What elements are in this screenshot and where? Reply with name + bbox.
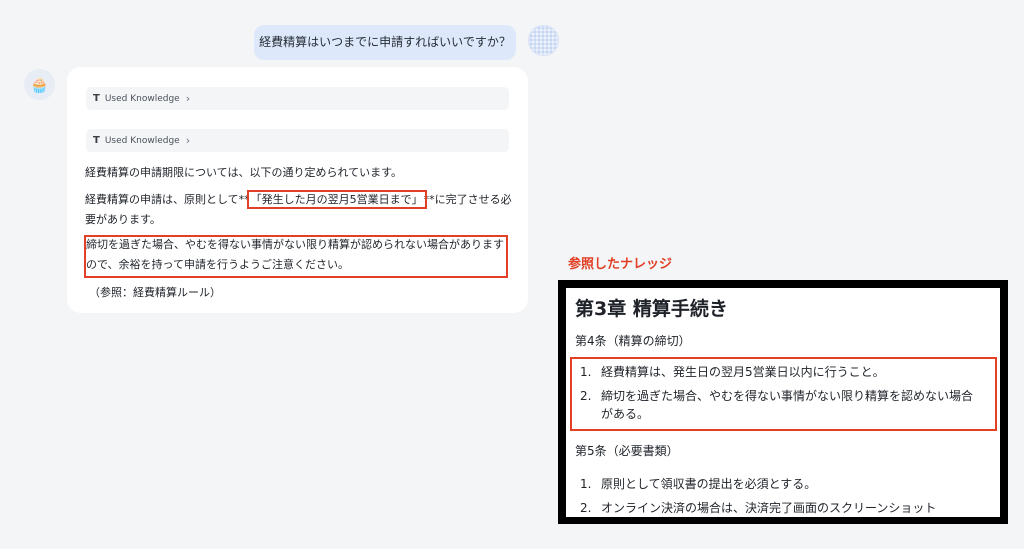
list-number: 1. [580,365,592,379]
chevron-right-icon: › [185,92,191,105]
list-number: 1. [580,477,592,491]
bot-avatar: 🧁 [24,69,55,100]
deadline-highlight: 「発生した月の翌月5営業日まで」 [246,190,427,209]
list-text: 経費精算は、発生日の翌月5営業日以内に行うこと。 [601,365,885,379]
list-text: 原則として領収書の提出を必須とする。 [601,477,817,491]
used-knowledge-label: Used Knowledge [104,93,180,104]
list-number: 2. [580,389,592,403]
answer-reference: （参照：経費精算ルール） [89,286,221,299]
answer-paragraph-deadline: 経費精算の申請は、原則として**「発生した月の翌月5営業日まで」**に完了させる… [85,190,515,230]
used-knowledge-chip[interactable]: T Used Knowledge › [86,129,509,152]
answer-paragraph-intro: 経費精算の申請期限については、以下の通り定められています。 [85,166,403,179]
list-item: 1. 経費精算は、発生日の翌月5営業日以内に行うこと。 [580,363,980,381]
knowledge-icon: T [93,93,100,104]
cupcake-icon: 🧁 [30,75,49,94]
list-item: 2. オンライン決済の場合は、決済完了画面のスクリーンショット [580,499,990,517]
user-avatar [528,25,559,56]
article-title: 第4条（精算の締切） [575,334,691,348]
knowledge-panel-caption: 参照したナレッジ [568,257,673,272]
list-item: 2. 締切を過ぎた場合、やむを得ない事情がない限り精算を認めない場合がある。 [580,387,980,423]
knowledge-icon: T [93,135,100,146]
list-text: 締切を過ぎた場合、やむを得ない事情がない限り精算を認めない場合がある。 [601,389,974,421]
document-heading: 第3章 精算手続き [575,298,728,320]
chevron-right-icon: › [185,134,191,147]
list-item: 1. 原則として領収書の提出を必須とする。 [580,475,980,493]
user-message-bubble: 経費精算はいつまでに申請すればいいですか？ [254,25,516,60]
used-knowledge-label: Used Knowledge [104,135,180,146]
list-text: オンライン決済の場合は、決済完了画面のスクリーンショット [601,501,937,515]
list-number: 2. [580,501,592,515]
knowledge-document: 第3章 精算手続き 第4条（精算の締切） 1. 経費精算は、発生日の翌月5営業日… [566,288,1000,517]
article-title: 第5条（必要書類） [575,444,679,458]
knowledge-document-frame: 第3章 精算手続き 第4条（精算の締切） 1. 経費精算は、発生日の翌月5営業日… [558,280,1008,524]
answer-paragraph-warning: 締切を過ぎた場合、やむを得ない事情がない限り精算が認められない場合がありますので… [86,238,504,271]
deadline-text-pre: 経費精算の申請は、原則として** [85,193,250,206]
used-knowledge-chip[interactable]: T Used Knowledge › [86,87,509,110]
bot-message-card: T Used Knowledge › T Used Knowledge › 経費… [67,67,528,313]
